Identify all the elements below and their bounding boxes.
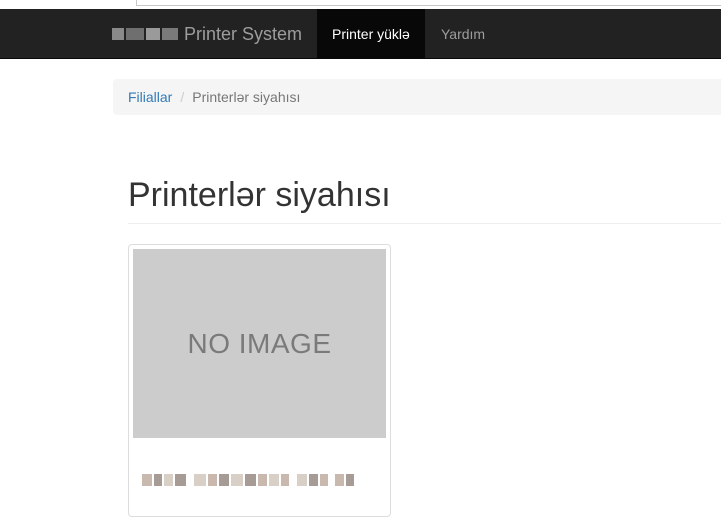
brand-logo (112, 27, 178, 41)
navbar: Printer System Printer yüklə Yardım (0, 9, 721, 59)
printer-image-placeholder[interactable]: NO IMAGE (133, 249, 386, 438)
printer-card[interactable]: NO IMAGE (128, 244, 391, 517)
brand-text: Printer System (184, 23, 303, 44)
breadcrumb-current: Printerlər siyahısı (192, 89, 301, 105)
printer-name-blurred[interactable] (142, 469, 354, 491)
printer-name (142, 469, 143, 470)
navbar-brand[interactable]: Printer System (112, 9, 302, 59)
no-image-text: NO IMAGE (187, 327, 332, 359)
top-strip (0, 0, 721, 9)
breadcrumb: Filiallar / Printerlər siyahısı (113, 79, 721, 115)
breadcrumb-link-filiallar[interactable]: Filiallar (128, 89, 172, 105)
nav-item-yardim[interactable]: Yardım (426, 9, 500, 59)
top-strip-edge (136, 0, 721, 6)
page-title: Printerlər siyahısı (128, 176, 391, 214)
page-header: Printerlər siyahısı (128, 172, 721, 224)
breadcrumb-separator: / (180, 89, 185, 105)
nav-item-printer-yukle[interactable]: Printer yüklə (317, 9, 425, 59)
